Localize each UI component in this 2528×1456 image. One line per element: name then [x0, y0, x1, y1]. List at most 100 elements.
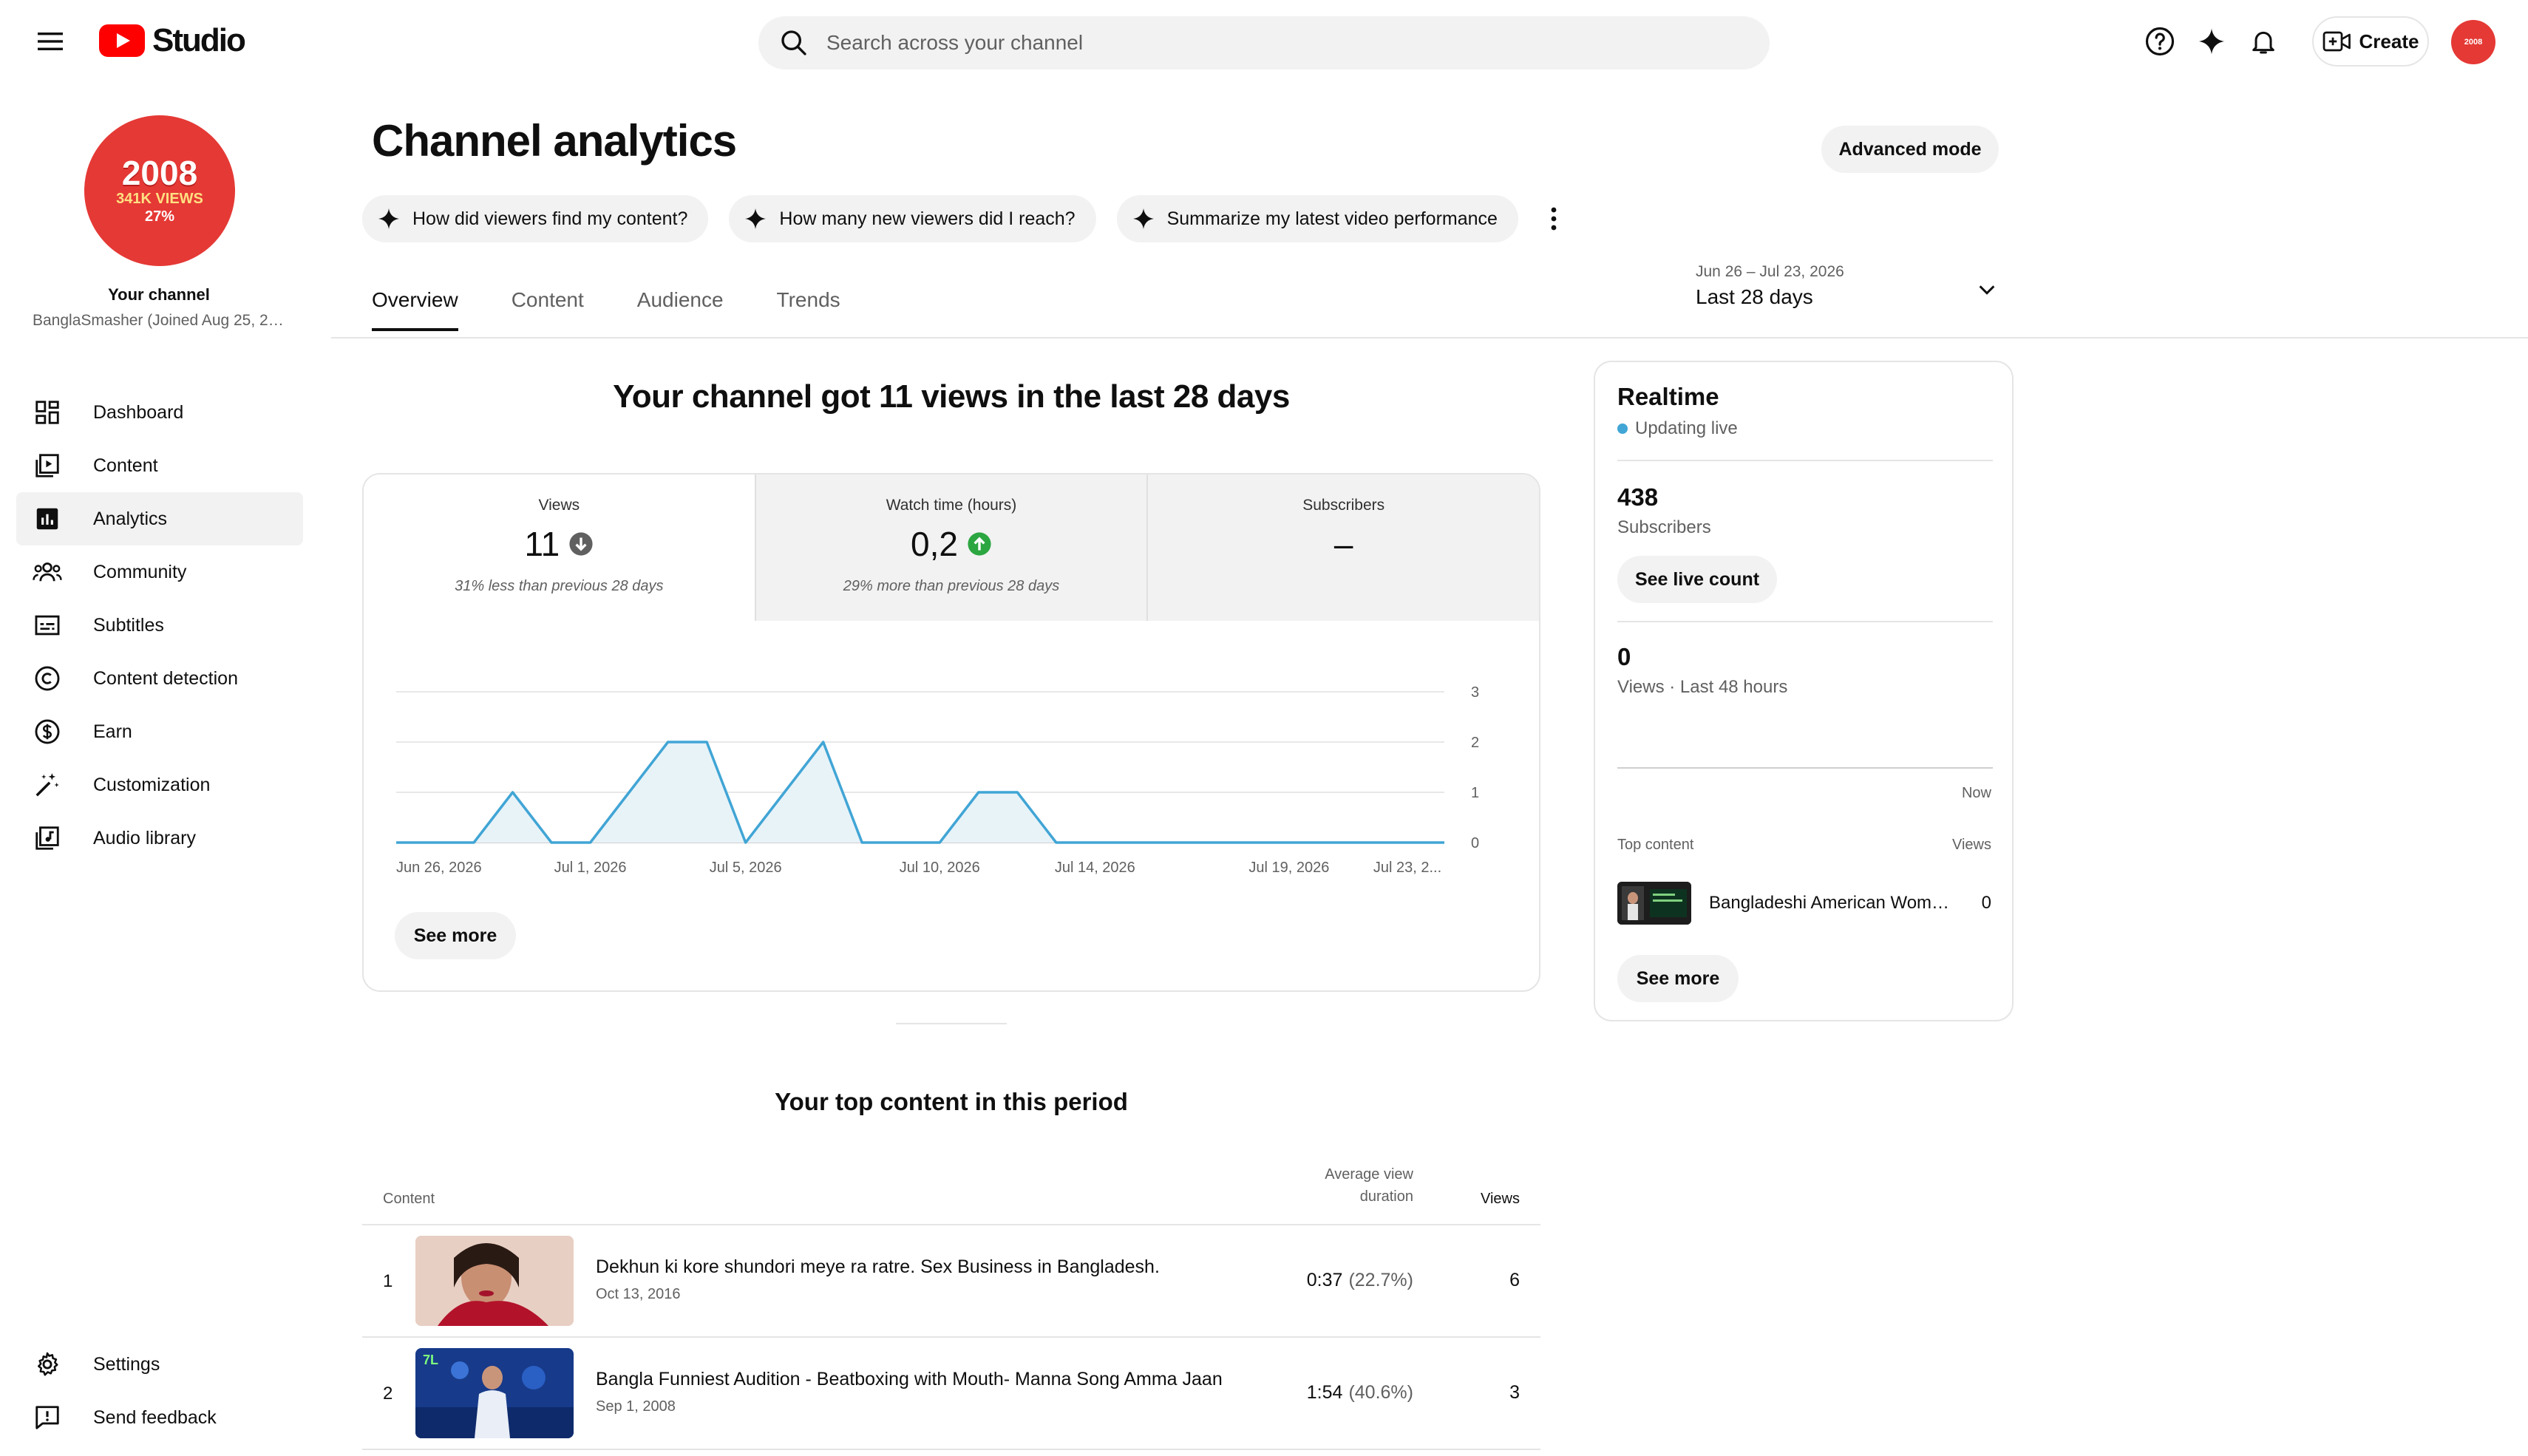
more-options-icon[interactable]: [1539, 195, 1569, 242]
data-point[interactable]: [506, 785, 520, 800]
data-point[interactable]: [1127, 835, 1141, 850]
sparkle-icon: [378, 208, 399, 229]
gear-icon: [33, 1350, 62, 1379]
data-point[interactable]: [622, 785, 636, 800]
sidebar-item-settings[interactable]: Settings: [16, 1338, 303, 1391]
realtime-views-label: Views · Last 48 hours: [1617, 677, 1788, 697]
chevron-down-icon: [1975, 278, 1999, 302]
search-input[interactable]: [826, 31, 1713, 55]
sidebar-item-content[interactable]: Content: [16, 439, 303, 492]
search-bar[interactable]: [758, 16, 1770, 69]
metric-subscribers[interactable]: Subscribers –: [1146, 474, 1539, 621]
video-thumbnail[interactable]: [1617, 882, 1691, 925]
data-point[interactable]: [816, 735, 831, 749]
data-point[interactable]: [1049, 835, 1064, 850]
see-more-button[interactable]: See more: [395, 912, 516, 959]
prompt-chip-find-content[interactable]: How did viewers find my content?: [362, 195, 709, 242]
sidebar-item-content-detection[interactable]: Content detection: [16, 652, 303, 705]
sidebar-item-label: Earn: [93, 721, 132, 742]
realtime-top-item[interactable]: Bangladeshi American Women in New York 0: [1617, 881, 1991, 925]
table-row[interactable]: 1 Dekhun ki kore shundori meye ra ratre.…: [362, 1225, 1540, 1338]
data-point[interactable]: [1320, 835, 1335, 850]
data-point[interactable]: [1282, 835, 1297, 850]
video-title[interactable]: Dekhun ki kore shundori meye ra ratre. S…: [596, 1256, 1231, 1278]
data-point[interactable]: [699, 735, 714, 749]
data-point[interactable]: [1204, 835, 1219, 850]
data-point[interactable]: [583, 835, 598, 850]
data-point[interactable]: [1087, 835, 1102, 850]
realtime-views-count: 0: [1617, 643, 1631, 670]
column-header-views[interactable]: Views: [1481, 1191, 1520, 1208]
realtime-video-views: 0: [1981, 893, 1991, 913]
data-point[interactable]: [1010, 785, 1025, 800]
data-point[interactable]: [854, 835, 869, 850]
tab-trends[interactable]: Trends: [777, 288, 840, 331]
sidebar-bottom-nav: Settings Send feedback: [16, 1338, 303, 1444]
menu-icon[interactable]: [33, 27, 68, 56]
data-point[interactable]: [428, 835, 443, 850]
studio-logo[interactable]: Studio: [99, 22, 246, 59]
data-point[interactable]: [544, 835, 559, 850]
sparkle-icon[interactable]: [2195, 25, 2228, 58]
prompt-chip-new-viewers[interactable]: How many new viewers did I reach?: [729, 195, 1096, 242]
tab-overview[interactable]: Overview: [372, 288, 458, 331]
avg-view-duration: 0:37 (22.7%): [1175, 1270, 1413, 1291]
metric-value: 11: [524, 525, 560, 563]
date-range: Jun 26 – Jul 23, 2026: [1696, 263, 1844, 280]
advanced-mode-button[interactable]: Advanced mode: [1821, 126, 1999, 173]
avg-duration-value: 1:54: [1306, 1382, 1343, 1403]
tab-audience[interactable]: Audience: [637, 288, 724, 331]
live-dot-icon: [1617, 423, 1628, 434]
data-point[interactable]: [1359, 835, 1374, 850]
see-live-count-button[interactable]: See live count: [1617, 556, 1777, 603]
create-button[interactable]: Create: [2312, 16, 2429, 67]
data-point[interactable]: [971, 785, 986, 800]
data-point[interactable]: [777, 785, 792, 800]
help-icon[interactable]: [2144, 25, 2176, 58]
y-tick-label: 1: [1471, 785, 1479, 801]
metric-views[interactable]: Views 11 31% less than previous 28 days: [364, 474, 755, 621]
date-range-selector[interactable]: Jun 26 – Jul 23, 2026 Last 28 days: [1696, 263, 1999, 322]
data-point[interactable]: [466, 835, 481, 850]
sidebar-item-community[interactable]: Community: [16, 545, 303, 599]
sidebar-item-customization[interactable]: Customization: [16, 758, 303, 812]
sidebar-item-audio-library[interactable]: Audio library: [16, 812, 303, 865]
sidebar-item-dashboard[interactable]: Dashboard: [16, 386, 303, 439]
x-tick-label: Jun 26, 2026: [396, 860, 482, 876]
video-title[interactable]: Bangla Funniest Audition - Beatboxing wi…: [596, 1369, 1231, 1390]
data-point[interactable]: [1398, 835, 1413, 850]
data-point[interactable]: [661, 735, 676, 749]
y-tick-label: 0: [1471, 835, 1479, 851]
data-point[interactable]: [738, 835, 753, 850]
analytics-tabs: Overview Content Audience Trends: [372, 288, 840, 331]
tab-content[interactable]: Content: [512, 288, 584, 331]
data-point[interactable]: [894, 835, 908, 850]
table-row[interactable]: 2 7L Bangla Funniest Audition - Beatboxi…: [362, 1338, 1540, 1450]
notifications-bell-icon[interactable]: [2247, 25, 2280, 58]
column-header-avg-duration[interactable]: Average view duration: [1265, 1163, 1413, 1208]
arrow-down-circle-icon: [569, 532, 593, 556]
analytics-icon: [33, 504, 62, 534]
video-thumbnail[interactable]: 7L: [415, 1348, 574, 1438]
realtime-see-more-button[interactable]: See more: [1617, 955, 1739, 1002]
data-point[interactable]: [1437, 835, 1452, 850]
sidebar-item-earn[interactable]: Earn: [16, 705, 303, 758]
metric-tabs: Views 11 31% less than previous 28 days …: [364, 474, 1539, 621]
video-thumbnail[interactable]: [415, 1236, 574, 1326]
data-point[interactable]: [1243, 835, 1257, 850]
data-point[interactable]: [1165, 835, 1180, 850]
sidebar-item-subtitles[interactable]: Subtitles: [16, 599, 303, 652]
channel-avatar[interactable]: 2008 341K VIEWS 27%: [84, 115, 235, 266]
sidebar-item-send-feedback[interactable]: Send feedback: [16, 1391, 303, 1444]
subtitles-icon: [33, 610, 62, 640]
views-column-label: Views: [1952, 837, 1991, 853]
sidebar-item-analytics[interactable]: Analytics: [16, 492, 303, 545]
data-point[interactable]: [389, 835, 404, 850]
section-divider: [896, 1023, 1007, 1024]
account-avatar[interactable]: 2008: [2451, 20, 2495, 64]
data-point[interactable]: [932, 835, 947, 850]
youtube-logo-icon: [99, 24, 145, 57]
top-content-title: Your top content in this period: [775, 1088, 1128, 1115]
prompt-chip-summarize[interactable]: Summarize my latest video performance: [1116, 195, 1518, 242]
metric-watch-time[interactable]: Watch time (hours) 0,2 29% more than pre…: [754, 474, 1147, 621]
